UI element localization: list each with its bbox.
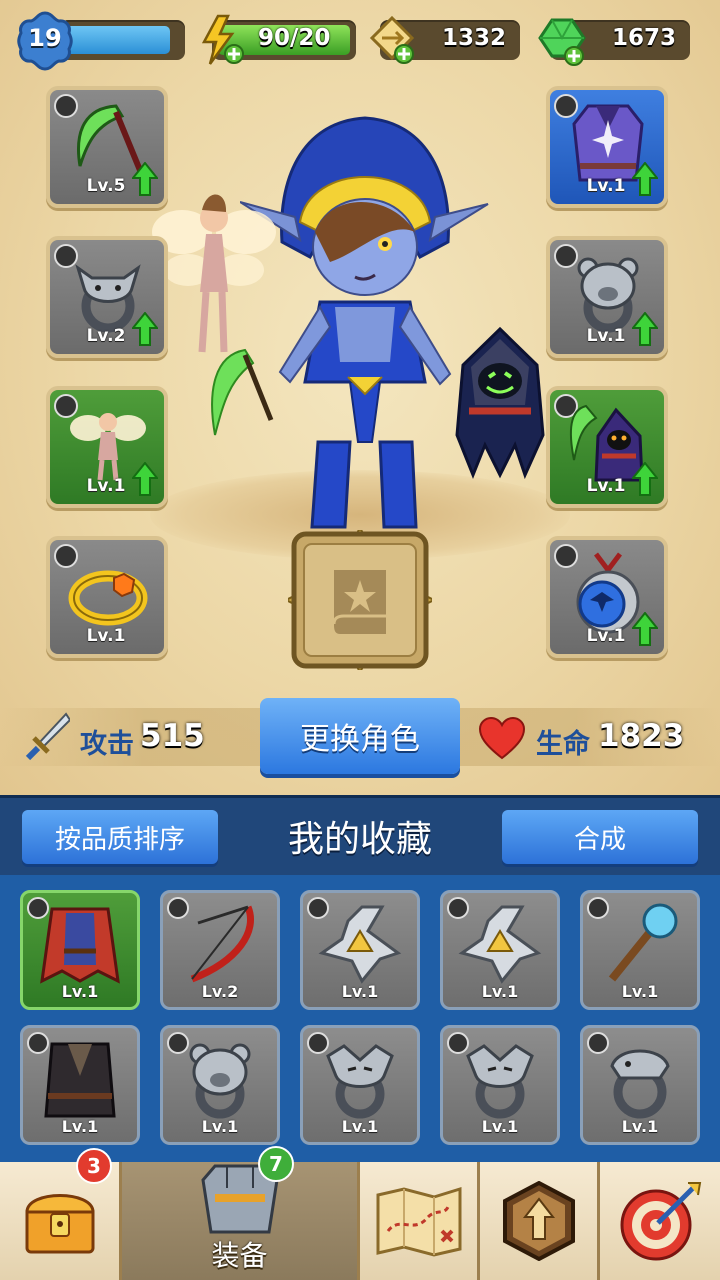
dark-vest-icon bbox=[44, 1042, 116, 1118]
snake-ring-icon bbox=[610, 1049, 670, 1119]
gem-icon bbox=[538, 18, 586, 66]
bear-ring-icon bbox=[189, 1043, 251, 1119]
reaper-companion bbox=[455, 326, 545, 480]
upgrade-arrow-icon bbox=[132, 312, 158, 346]
collection-item[interactable]: Lv.1 bbox=[440, 1025, 560, 1145]
gems-value: 1673 bbox=[611, 25, 676, 51]
item-level: Lv.1 bbox=[621, 982, 659, 1001]
xp-bar bbox=[60, 20, 185, 60]
player-level: 19 bbox=[28, 24, 62, 52]
hp-label: 生命 bbox=[536, 729, 590, 760]
coins-value: 1332 bbox=[441, 25, 506, 51]
item-level: Lv.1 bbox=[201, 1117, 239, 1136]
sword-icon bbox=[25, 712, 70, 761]
item-level: Lv.1 bbox=[621, 1117, 659, 1136]
upgrade-arrow-icon bbox=[632, 312, 658, 346]
item-level: Lv.1 bbox=[481, 982, 519, 1001]
treasure-chest-icon bbox=[24, 1194, 95, 1254]
attack-value: 515 bbox=[140, 718, 205, 754]
collection-item[interactable]: Lv.1 bbox=[160, 1025, 280, 1145]
equip-slot-weapon[interactable]: Lv.5 bbox=[46, 86, 168, 208]
equip-slot-armor[interactable]: Lv.1 bbox=[546, 86, 668, 208]
collection-item[interactable]: Lv.1 bbox=[580, 1025, 700, 1145]
collection-header: 按品质排序 我的收藏 合成 bbox=[0, 795, 720, 878]
item-level: Lv.1 bbox=[481, 1117, 519, 1136]
sort-by-quality-button[interactable]: 按品质排序 bbox=[22, 810, 218, 864]
equip-slot-bracelet[interactable]: Lv.1 bbox=[46, 536, 168, 658]
green-scythe-weapon bbox=[211, 348, 274, 436]
equip-slot-ring-1[interactable]: Lv.2 bbox=[46, 236, 168, 358]
shuriken-icon bbox=[458, 905, 542, 984]
lightning-icon bbox=[201, 14, 244, 65]
upgrade-arrow-icon bbox=[132, 162, 158, 196]
equip-slot-amulet[interactable]: Lv.1 bbox=[546, 536, 668, 658]
collection-item[interactable]: Lv.1 bbox=[20, 890, 140, 1010]
upgrade-arrow-icon bbox=[632, 612, 658, 646]
map-icon bbox=[376, 1186, 461, 1257]
chest-badge: 3 bbox=[76, 1148, 112, 1184]
wolf-ring-icon bbox=[466, 1044, 534, 1119]
player-level-badge[interactable]: 19 bbox=[14, 10, 76, 72]
bottom-nav: 3 7 装备 bbox=[0, 1146, 720, 1280]
collection-title: 我的收藏 bbox=[287, 819, 432, 860]
red-bow-icon bbox=[190, 905, 254, 983]
upgrade-hexagon-icon bbox=[502, 1181, 575, 1261]
hp-value: 1823 bbox=[598, 718, 685, 754]
upgrade-arrow-icon bbox=[632, 462, 658, 496]
nav-tab-chest[interactable]: 3 bbox=[0, 1148, 122, 1280]
collection-item[interactable]: Lv.1 bbox=[300, 1025, 420, 1145]
equip-slot-ring-2[interactable]: Lv.1 bbox=[546, 236, 668, 358]
nav-tab-target[interactable] bbox=[600, 1162, 720, 1280]
equip-slot-pet-2[interactable]: Lv.1 bbox=[546, 386, 668, 508]
collection-panel: 按品质排序 我的收藏 合成 Lv.1 Lv.2 Lv.1 Lv.1 Lv.1 L… bbox=[0, 795, 720, 1165]
red-robe-icon bbox=[40, 907, 120, 984]
equip-label: 装备 bbox=[211, 1239, 268, 1272]
heart-icon bbox=[478, 716, 526, 760]
item-level: Lv.1 bbox=[341, 1117, 379, 1136]
collection-item[interactable]: Lv.2 bbox=[160, 890, 280, 1010]
collection-item[interactable]: Lv.1 bbox=[440, 890, 560, 1010]
collection-item[interactable]: Lv.1 bbox=[580, 890, 700, 1010]
item-level: Lv.1 bbox=[341, 982, 379, 1001]
merge-button[interactable]: 合成 bbox=[502, 810, 698, 864]
skill-book-slot[interactable] bbox=[288, 530, 432, 670]
nav-tab-upgrade[interactable] bbox=[480, 1162, 600, 1280]
gold-bracelet-icon bbox=[68, 570, 148, 626]
energy-value: 90/20 bbox=[258, 25, 331, 51]
collection-grid[interactable]: Lv.1 Lv.2 Lv.1 Lv.1 Lv.1 Lv.1 Lv.1 Lv.1 … bbox=[0, 875, 720, 1165]
equip-badge: 7 bbox=[258, 1146, 294, 1182]
coin-arrow-icon bbox=[369, 15, 415, 64]
nav-tab-equipment[interactable]: 7 装备 bbox=[122, 1146, 360, 1280]
target-icon bbox=[620, 1182, 702, 1261]
staff-icon bbox=[608, 903, 678, 982]
equip-slot-pet-1[interactable]: Lv.1 bbox=[46, 386, 168, 508]
item-level: Lv.1 bbox=[61, 1117, 99, 1136]
collection-item[interactable]: Lv.1 bbox=[300, 890, 420, 1010]
xp-fill bbox=[66, 26, 170, 54]
shuriken-icon bbox=[318, 905, 402, 984]
attack-label: 攻击 bbox=[80, 729, 134, 760]
collection-item[interactable]: Lv.1 bbox=[20, 1025, 140, 1145]
item-level: Lv.2 bbox=[201, 982, 239, 1001]
item-level: Lv.1 bbox=[61, 982, 99, 1001]
wolf-ring-icon bbox=[326, 1044, 394, 1119]
upgrade-arrow-icon bbox=[132, 462, 158, 496]
equipment-screen: 19 90/20 1332 1673 Lv.5 Lv.2 Lv.1 Lv.1 L… bbox=[0, 0, 720, 795]
change-character-button[interactable]: 更换角色 bbox=[260, 698, 460, 774]
slot-level: Lv.1 bbox=[86, 626, 126, 646]
nav-tab-map[interactable] bbox=[360, 1162, 480, 1280]
fairy-companion bbox=[152, 194, 276, 353]
upgrade-arrow-icon bbox=[632, 162, 658, 196]
